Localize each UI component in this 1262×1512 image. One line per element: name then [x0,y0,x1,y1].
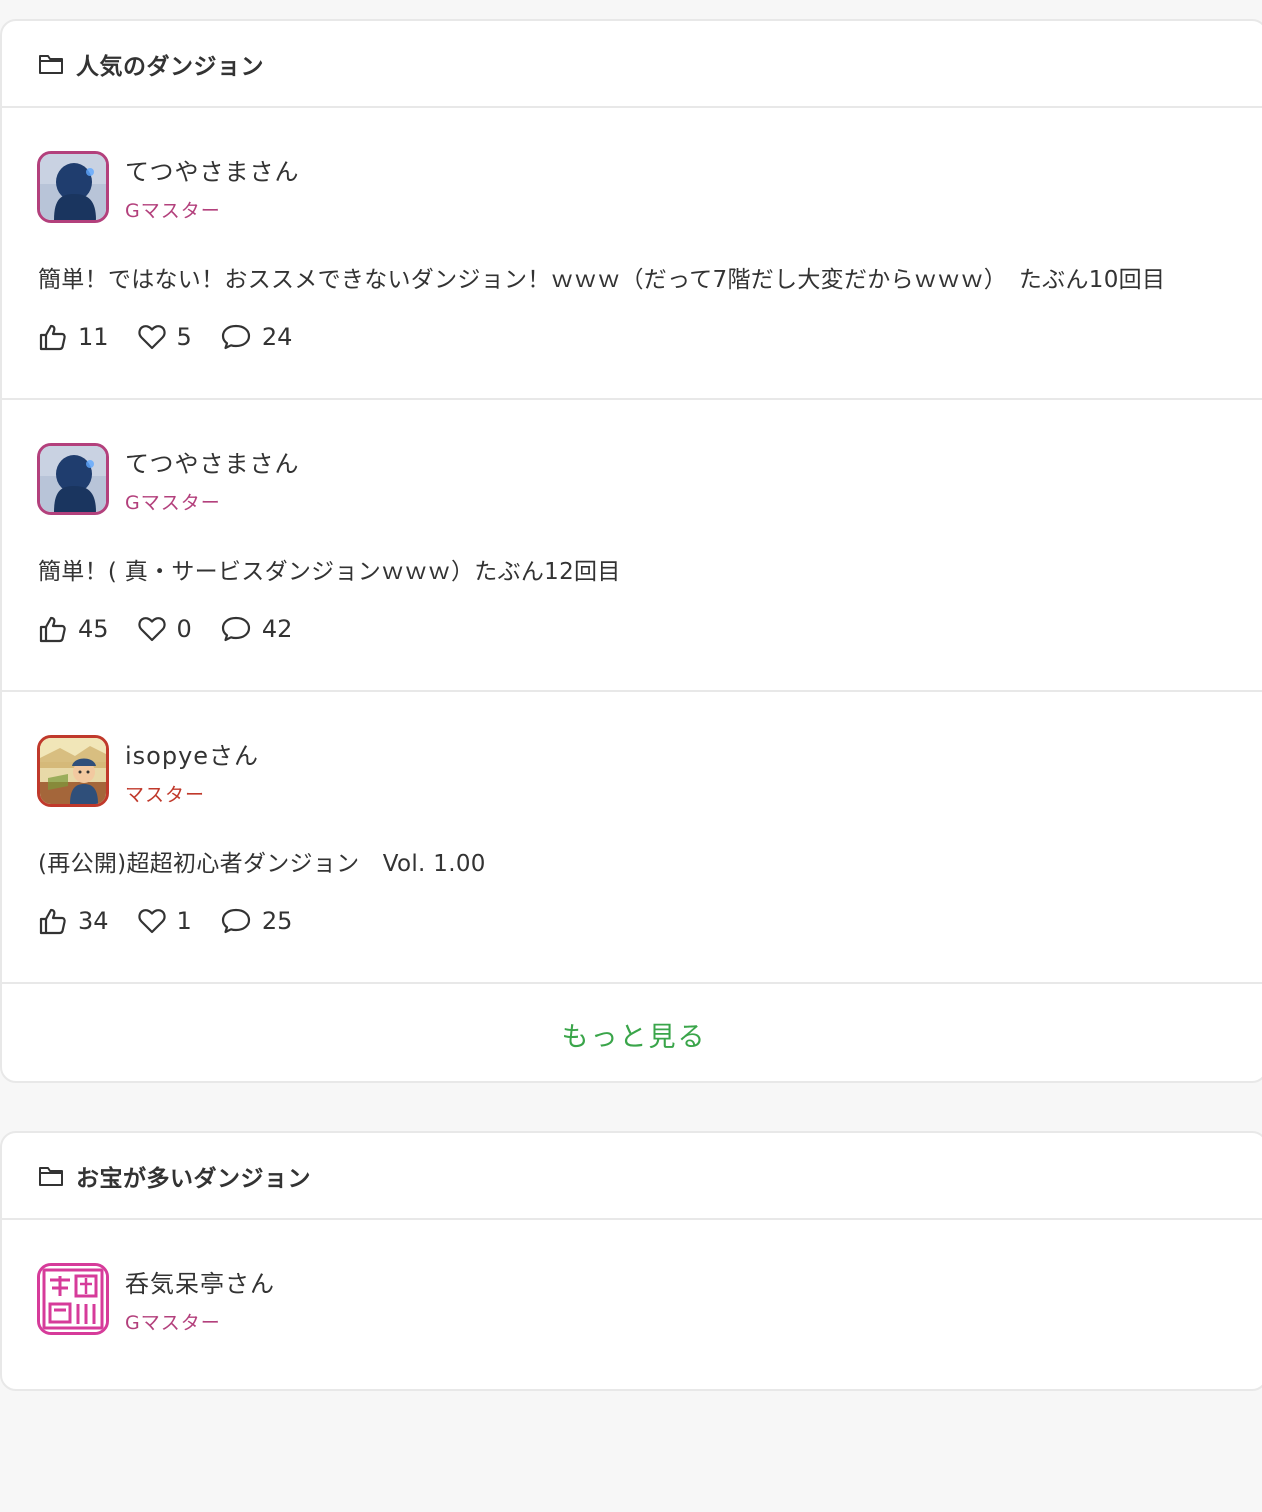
comment-count: 24 [261,323,293,351]
avatar[interactable] [37,1263,109,1335]
favorite-count: 5 [176,323,192,351]
username[interactable]: 呑気呆亭さん [125,1264,275,1299]
like-count: 34 [78,907,109,935]
see-more-link[interactable]: もっと見る [2,985,1262,1083]
comment-count: 42 [261,615,293,643]
comment-stat[interactable]: 24 [220,323,293,351]
heart-icon [137,909,166,934]
folder-icon [39,54,63,74]
favorite-count: 1 [176,907,192,935]
comment-icon [221,616,250,642]
comment-count: 25 [261,907,293,935]
favorite-count: 0 [176,615,192,643]
user-rank: Gマスター [125,1312,221,1334]
card-header: 人気のダンジョン [2,21,1262,108]
post-stats: 34 1 25 [38,906,320,936]
like-stat[interactable]: 45 [38,614,109,644]
favorite-stat[interactable]: 5 [137,323,192,351]
like-count: 45 [78,615,109,643]
favorite-stat[interactable]: 1 [137,907,192,935]
section-title: お宝が多いダンジョン [76,1165,311,1192]
popular-dungeons-card: 人気のダンジョン てつやさまさん Gマスター 簡単！ではない！おススメできないダ… [0,19,1262,1083]
section-title: 人気のダンジョン [76,53,264,80]
post-title[interactable]: 簡単！ではない！おススメできないダンジョン！ｗｗｗ（だって7階だし大変だからｗｗ… [38,260,1165,294]
comment-icon [221,908,250,934]
user-rank: Gマスター [125,200,221,222]
comment-icon [221,324,250,350]
post-title[interactable]: 簡単！( 真・サービスダンジョンｗｗｗ）たぶん12回目 [38,552,621,586]
username[interactable]: てつやさまさん [125,152,300,187]
favorite-stat[interactable]: 0 [137,615,192,643]
comment-stat[interactable]: 25 [220,907,293,935]
thumbs-up-icon [39,616,66,643]
heart-icon [137,617,166,642]
username[interactable]: isopyeさん [125,736,259,771]
folder-icon [39,1166,63,1186]
dungeon-post[interactable]: てつやさまさん Gマスター 簡単！ではない！おススメできないダンジョン！ｗｗｗ（… [2,108,1262,400]
post-stats: 11 5 24 [38,322,320,352]
treasure-dungeons-card: お宝が多いダンジョン 呑気呆亭さん Gマスター [0,1131,1262,1391]
avatar[interactable] [37,443,109,515]
avatar[interactable] [37,151,109,223]
thumbs-up-icon [39,324,66,351]
card-header: お宝が多いダンジョン [2,1133,1262,1220]
dungeon-post[interactable]: isopyeさん マスター (再公開)超超初心者ダンジョン Vol. 1.00 … [2,692,1262,984]
like-stat[interactable]: 11 [38,322,109,352]
thumbs-up-icon [39,908,66,935]
username[interactable]: てつやさまさん [125,444,300,479]
heart-icon [137,325,166,350]
avatar[interactable] [37,735,109,807]
post-stats: 45 0 42 [38,614,320,644]
user-rank: マスター [125,784,206,806]
dungeon-post[interactable]: 呑気呆亭さん Gマスター [2,1220,1262,1512]
dungeon-post[interactable]: てつやさまさん Gマスター 簡単！( 真・サービスダンジョンｗｗｗ）たぶん12回… [2,400,1262,692]
post-title[interactable]: (再公開)超超初心者ダンジョン Vol. 1.00 [38,844,486,878]
user-rank: Gマスター [125,492,221,514]
like-count: 11 [78,323,109,351]
like-stat[interactable]: 34 [38,906,109,936]
comment-stat[interactable]: 42 [220,615,293,643]
